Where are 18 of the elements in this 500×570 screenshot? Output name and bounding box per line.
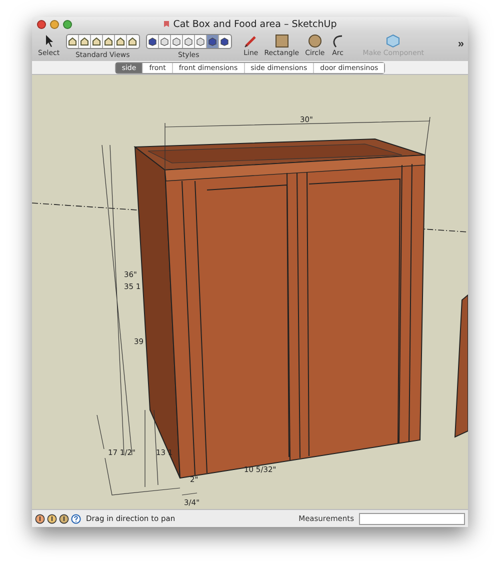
- info-circle-icon[interactable]: [35, 514, 45, 524]
- window-title: Cat Box and Food area – SketchUp: [173, 18, 337, 30]
- zoom-button[interactable]: [63, 20, 72, 29]
- view-button[interactable]: [126, 34, 139, 48]
- style-button[interactable]: [146, 34, 159, 48]
- help-icon[interactable]: [71, 514, 81, 524]
- measurements-field[interactable]: [359, 512, 465, 525]
- minimize-button[interactable]: [50, 20, 59, 29]
- document-icon: [163, 20, 170, 28]
- close-button[interactable]: [37, 20, 46, 29]
- arc-icon: [330, 34, 345, 48]
- info-circle-icon[interactable]: [59, 514, 69, 524]
- more-tools-button[interactable]: »: [458, 38, 464, 50]
- circle-icon: [308, 34, 322, 48]
- info-circle-icon[interactable]: [47, 514, 57, 524]
- pencil-icon: [244, 34, 258, 48]
- square-icon: [274, 34, 289, 48]
- style-button[interactable]: [194, 34, 207, 48]
